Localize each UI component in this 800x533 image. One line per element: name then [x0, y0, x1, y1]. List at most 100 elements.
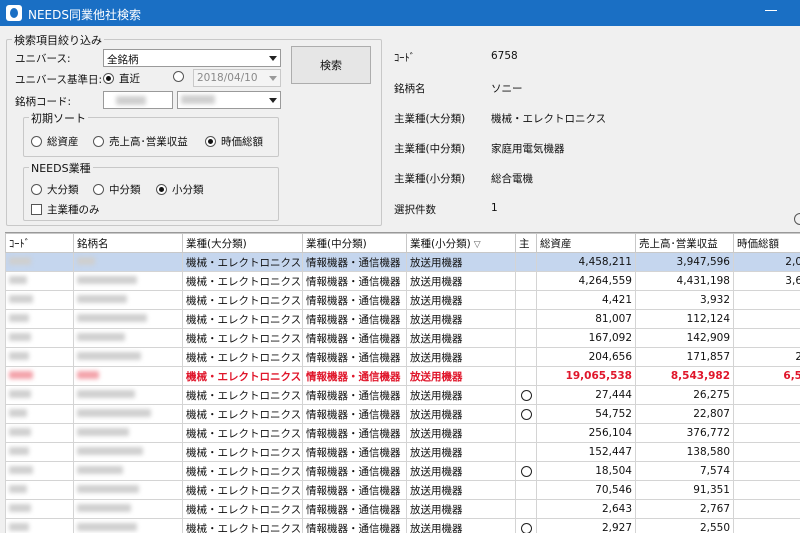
cell-sales: 26,275: [635, 385, 734, 405]
cell-mcap: [733, 499, 800, 519]
base-date-picker[interactable]: 2018/04/10: [193, 69, 281, 87]
cell-sales: 142,909: [635, 328, 734, 348]
cell-major: 機械・エレクトロニクス: [182, 271, 303, 291]
cell-major: 機械・エレクトロニクス: [182, 366, 303, 386]
search-button[interactable]: 検索: [291, 46, 371, 84]
cell-assets: 18,504: [536, 461, 636, 481]
results-grid[interactable]: ｺｰﾄﾞ 銘柄名 業種(大分類) 業種(中分類) 業種(小分類) ▽ 主 総資産 …: [5, 232, 800, 533]
radio-dot-icon: [173, 71, 184, 82]
cell-major: 機械・エレクトロニクス: [182, 442, 303, 462]
table-row[interactable]: 機械・エレクトロニクス 情報機器・通信機器 放送用機器 18,504 7,574: [5, 461, 800, 481]
industry-radio-minor[interactable]: 小分類: [156, 182, 204, 197]
cell-code: [5, 328, 74, 348]
base-date-recent-radio[interactable]: 直近: [103, 71, 140, 86]
checkbox-icon: [31, 204, 42, 215]
cell-mid: 情報機器・通信機器: [302, 442, 407, 462]
table-row[interactable]: 機械・エレクトロニクス 情報機器・通信機器 放送用機器 2,643 2,767: [5, 499, 800, 519]
minimize-icon[interactable]: [764, 2, 778, 16]
column-header-sales[interactable]: 売上高･営業収益: [635, 233, 734, 253]
column-header-major[interactable]: 業種(大分類): [182, 233, 303, 253]
cell-mcap: 3,6: [733, 271, 800, 291]
redacted-text: [9, 447, 29, 455]
main-industry-icon: [520, 522, 532, 533]
table-row[interactable]: 機械・エレクトロニクス 情報機器・通信機器 放送用機器 81,007 112,124: [5, 309, 800, 329]
cell-main: [515, 309, 537, 329]
cell-minor: 放送用機器: [406, 271, 516, 291]
cell-mcap: 6,5: [733, 366, 800, 386]
cell-sales: 7,574: [635, 461, 734, 481]
column-header-mid[interactable]: 業種(中分類): [302, 233, 407, 253]
industry-radio-mid[interactable]: 中分類: [93, 182, 141, 197]
code-input[interactable]: [103, 91, 173, 109]
info-minor-value: 総合電機: [491, 173, 533, 185]
table-row[interactable]: 機械・エレクトロニクス 情報機器・通信機器 放送用機器 2,927 2,550: [5, 518, 800, 533]
redacted-text: [9, 314, 29, 322]
code-select[interactable]: [177, 91, 281, 109]
cell-assets: 167,092: [536, 328, 636, 348]
table-row[interactable]: 機械・エレクトロニクス 情報機器・通信機器 放送用機器 27,444 26,275: [5, 385, 800, 405]
table-row[interactable]: 機械・エレクトロニクス 情報機器・通信機器 放送用機器 4,421 3,932: [5, 290, 800, 310]
cell-code: [5, 423, 74, 443]
table-row[interactable]: 機械・エレクトロニクス 情報機器・通信機器 放送用機器 167,092 142,909: [5, 328, 800, 348]
table-row[interactable]: 機械・エレクトロニクス 情報機器・通信機器 放送用機器 54,752 22,807: [5, 404, 800, 424]
cell-major: 機械・エレクトロニクス: [182, 385, 303, 405]
cell-sales: 91,351: [635, 480, 734, 500]
cell-code: [5, 252, 74, 272]
column-header-main[interactable]: 主: [515, 233, 537, 253]
table-row[interactable]: 機械・エレクトロニクス 情報機器・通信機器 放送用機器 4,458,211 3,947,…: [5, 252, 800, 272]
industry-group-title: NEEDS業種: [29, 160, 93, 176]
table-row[interactable]: 機械・エレクトロニクス 情報機器・通信機器 放送用機器 4,264,559 4,431,…: [5, 271, 800, 291]
radio-dot-icon: [103, 73, 114, 84]
cell-mcap: [733, 480, 800, 500]
base-date-specific-radio[interactable]: [173, 71, 184, 82]
cell-code: [5, 404, 74, 424]
table-row[interactable]: 機械・エレクトロニクス情報機器・通信機器放送用機器 204,656171,8572: [5, 347, 800, 367]
redacted-text: [9, 257, 31, 265]
industry-radio-major[interactable]: 大分類: [31, 182, 79, 197]
table-row[interactable]: 機械・エレクトロニクス 情報機器・通信機器 放送用機器 152,447 138,580: [5, 442, 800, 462]
cell-mcap: [733, 442, 800, 462]
cell-assets: 2,643: [536, 499, 636, 519]
cell-name: [73, 518, 183, 533]
cell-code: [5, 518, 74, 533]
cell-mid: 情報機器・通信機器: [302, 328, 407, 348]
cell-major: 機械・エレクトロニクス: [182, 328, 303, 348]
sort-radio-sales[interactable]: 売上高･営業収益: [93, 134, 188, 149]
column-header-assets[interactable]: 総資産: [536, 233, 636, 253]
cell-minor: 放送用機器: [406, 404, 516, 424]
redacted-text: [9, 352, 29, 360]
cell-mcap: [733, 404, 800, 424]
sort-radio-mcap[interactable]: 時価総額: [205, 134, 263, 149]
redacted-text: [9, 333, 31, 341]
table-row[interactable]: 機械・エレクトロニクス 情報機器・通信機器 放送用機器 70,546 91,351: [5, 480, 800, 500]
industry-group: NEEDS業種 大分類 中分類 小分類 主業種のみ: [23, 160, 279, 221]
cell-sales: 3,932: [635, 290, 734, 310]
cell-code: [5, 366, 74, 386]
column-header-code[interactable]: ｺｰﾄﾞ: [5, 233, 74, 253]
cell-mcap: [733, 461, 800, 481]
universe-select[interactable]: 全銘柄: [103, 49, 281, 67]
cell-major: 機械・エレクトロニクス: [182, 309, 303, 329]
cell-mid: 情報機器・通信機器: [302, 423, 407, 443]
cell-mid: 情報機器・通信機器: [302, 480, 407, 500]
redacted-text: [116, 96, 146, 105]
column-header-minor[interactable]: 業種(小分類) ▽: [406, 233, 516, 253]
sort-radio-mcap-label: 時価総額: [221, 136, 263, 148]
universe-value: 全銘柄: [107, 54, 139, 66]
sort-radio-assets[interactable]: 総資産: [31, 134, 79, 149]
cell-minor: 放送用機器: [406, 290, 516, 310]
redacted-text: [77, 352, 141, 360]
info-code-value: 6758: [491, 50, 518, 62]
info-name-label: 銘柄名: [394, 83, 426, 95]
table-row[interactable]: 機械・エレクトロニクス 情報機器・通信機器 放送用機器 256,104 376,772: [5, 423, 800, 443]
table-row[interactable]: 機械・エレクトロニクス 情報機器・通信機器 放送用機器 19,065,538 8,543…: [5, 366, 800, 386]
cell-mcap: [733, 518, 800, 533]
cell-minor: 放送用機器: [406, 480, 516, 500]
main-industry-only-checkbox[interactable]: 主業種のみ: [31, 202, 100, 217]
column-header-name[interactable]: 銘柄名: [73, 233, 183, 253]
cell-minor: 放送用機器: [406, 442, 516, 462]
column-header-mcap[interactable]: 時価総額: [733, 233, 800, 253]
cell-name: [73, 499, 183, 519]
cell-sales: 138,580: [635, 442, 734, 462]
redacted-text: [77, 485, 139, 493]
